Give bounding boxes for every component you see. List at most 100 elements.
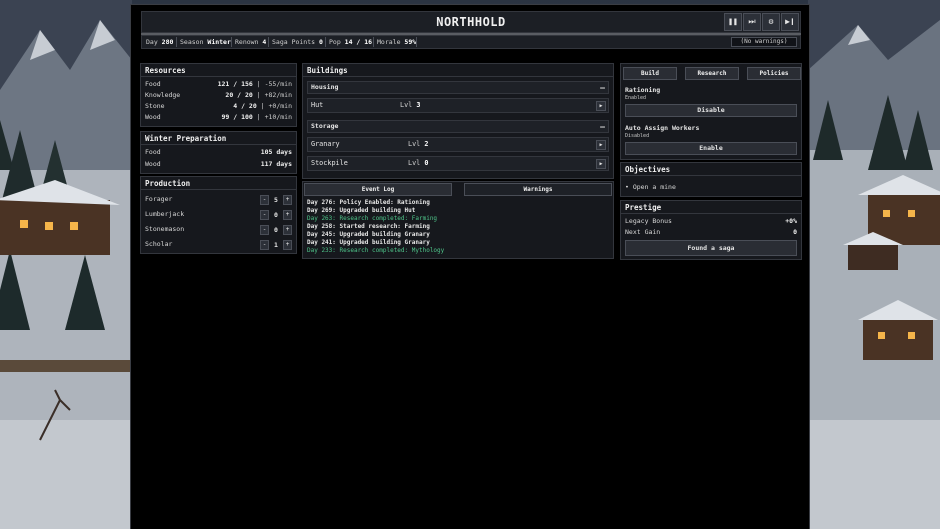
step-forward-icon: ▶❙ <box>785 17 795 26</box>
legacy-bonus-row: Legacy Bonus +0% <box>625 217 797 225</box>
found-saga-button[interactable]: Found a saga <box>625 240 797 256</box>
stat-saga-points: Saga Points 0 <box>272 38 323 46</box>
fast-forward-button[interactable]: ⏭ <box>743 13 761 31</box>
fast-forward-icon: ⏭ <box>748 17 756 26</box>
game-window: NORTHHOLD ❚❚ ⏭ ⚙ ▶❙ Day 280 Season Winte… <box>130 4 810 529</box>
play-arrow-icon: ▶ <box>599 103 603 109</box>
resource-row-food: Food 121 / 156 | -55/min <box>145 80 292 88</box>
production-panel: Production Forager - 5 + Lumberjack - 0 … <box>140 176 297 254</box>
policy-name: Auto Assign Workers <box>625 124 700 132</box>
worker-count: 0 <box>274 211 278 219</box>
upgrade-button[interactable]: ▶ <box>596 140 606 150</box>
winter-prep-food: Food 105 days <box>145 148 292 156</box>
policy-state: Disabled <box>625 133 650 139</box>
log-entry: Day 245: Upgraded building Granary <box>307 231 430 238</box>
stat-separator <box>231 37 232 47</box>
production-row-lumberjack: Lumberjack - 0 + <box>145 209 292 220</box>
tab-build[interactable]: Build <box>623 67 677 80</box>
log-entry: Day 233: Research completed: Mythology <box>307 247 445 254</box>
log-entry: Day 258: Started research: Farming <box>307 223 430 230</box>
stat-renown: Renown 4 <box>235 38 267 46</box>
play-arrow-icon: ▶ <box>599 161 603 167</box>
stat-day: Day 280 <box>146 38 174 46</box>
worker-count: 0 <box>274 226 278 234</box>
tab-event-log[interactable]: Event Log <box>304 183 452 196</box>
objective-item: • Open a mine <box>625 183 676 191</box>
buildings-title: Buildings <box>303 64 613 77</box>
gear-icon: ⚙ <box>768 17 774 26</box>
pause-icon: ❚❚ <box>728 17 738 26</box>
stat-separator <box>373 37 374 47</box>
winter-prep-wood: Wood 117 days <box>145 160 292 168</box>
prestige-title: Prestige <box>621 201 801 214</box>
policies-panel: Build Research Policies Rationing Enable… <box>620 63 802 160</box>
play-arrow-icon: ▶ <box>599 142 603 148</box>
policy-name: Rationing <box>625 86 661 94</box>
settings-button[interactable]: ⚙ <box>762 13 780 31</box>
production-title: Production <box>141 177 296 190</box>
objectives-title: Objectives <box>621 163 801 176</box>
log-entry: Day 241: Upgraded building Granary <box>307 239 430 246</box>
tab-warnings[interactable]: Warnings <box>464 183 612 196</box>
stat-morale: Morale 59% <box>377 38 417 46</box>
housing-section-header[interactable]: Housing — <box>307 81 609 94</box>
increase-button[interactable]: + <box>283 210 292 220</box>
prestige-panel: Prestige Legacy Bonus +0% Next Gain 0 Fo… <box>620 200 802 260</box>
tab-research[interactable]: Research <box>685 67 739 80</box>
worker-count: 5 <box>274 196 278 204</box>
resources-title: Resources <box>141 64 296 77</box>
collapse-icon[interactable]: — <box>600 121 605 132</box>
pause-button[interactable]: ❚❚ <box>724 13 742 31</box>
upgrade-button[interactable]: ▶ <box>596 101 606 111</box>
production-row-stonemason: Stonemason - 0 + <box>145 224 292 235</box>
log-entry: Day 276: Policy Enabled: Rationing <box>307 199 430 206</box>
decrease-button[interactable]: - <box>260 210 269 220</box>
enable-policy-button[interactable]: Enable <box>625 142 797 155</box>
step-forward-button[interactable]: ▶❙ <box>781 13 799 31</box>
event-log-panel: Event Log Warnings Day 276: Policy Enabl… <box>302 181 614 259</box>
stat-separator <box>416 37 417 47</box>
worker-count: 1 <box>274 241 278 249</box>
quantity-stepper: - 0 + <box>260 225 292 235</box>
decrease-button[interactable]: - <box>260 240 269 250</box>
resource-row-knowledge: Knowledge 20 / 20 | +82/min <box>145 91 292 99</box>
upgrade-button[interactable]: ▶ <box>596 159 606 169</box>
decrease-button[interactable]: - <box>260 195 269 205</box>
resources-panel: Resources Food 121 / 156 | -55/min Knowl… <box>140 63 297 127</box>
winter-backdrop-left <box>0 0 132 529</box>
winter-prep-panel: Winter Preparation Food 105 days Wood 11… <box>140 131 297 174</box>
resource-row-stone: Stone 4 / 20 | +0/min <box>145 102 292 110</box>
stat-population: Pop 14 / 16 <box>329 38 373 46</box>
status-bar: Day 280 Season Winter Renown 4 Saga Poin… <box>141 35 801 49</box>
production-row-forager: Forager - 5 + <box>145 194 292 205</box>
warnings-indicator[interactable]: (No warnings) <box>731 37 797 47</box>
building-row-stockpile: Stockpile Lvl 0 ▶ <box>307 156 609 171</box>
decrease-button[interactable]: - <box>260 225 269 235</box>
tab-policies[interactable]: Policies <box>747 67 801 80</box>
stat-separator <box>268 37 269 47</box>
stat-separator <box>325 37 326 47</box>
building-row-hut: Hut Lvl 3 ▶ <box>307 98 609 113</box>
log-entry: Day 269: Upgraded building Hut <box>307 207 416 214</box>
stat-separator <box>176 37 177 47</box>
increase-button[interactable]: + <box>283 225 292 235</box>
objectives-panel: Objectives • Open a mine <box>620 162 802 197</box>
increase-button[interactable]: + <box>283 240 292 250</box>
policy-state: Enabled <box>625 95 647 101</box>
title-bar: NORTHHOLD ❚❚ ⏭ ⚙ ▶❙ <box>141 11 801 33</box>
collapse-icon[interactable]: — <box>600 82 605 93</box>
stat-season: Season Winter <box>180 38 231 46</box>
buildings-panel: Buildings Housing — Hut Lvl 3 ▶ Storage … <box>302 63 614 179</box>
game-title: NORTHHOLD <box>436 15 506 29</box>
storage-section-header[interactable]: Storage — <box>307 120 609 133</box>
production-row-scholar: Scholar - 1 + <box>145 239 292 250</box>
winter-prep-title: Winter Preparation <box>141 132 296 145</box>
increase-button[interactable]: + <box>283 195 292 205</box>
log-entry: Day 263: Research completed: Farming <box>307 215 438 222</box>
quantity-stepper: - 1 + <box>260 240 292 250</box>
disable-policy-button[interactable]: Disable <box>625 104 797 117</box>
quantity-stepper: - 5 + <box>260 195 292 205</box>
building-row-granary: Granary Lvl 2 ▶ <box>307 137 609 152</box>
next-gain-row: Next Gain 0 <box>625 228 797 236</box>
resource-row-wood: Wood 99 / 100 | +10/min <box>145 113 292 121</box>
